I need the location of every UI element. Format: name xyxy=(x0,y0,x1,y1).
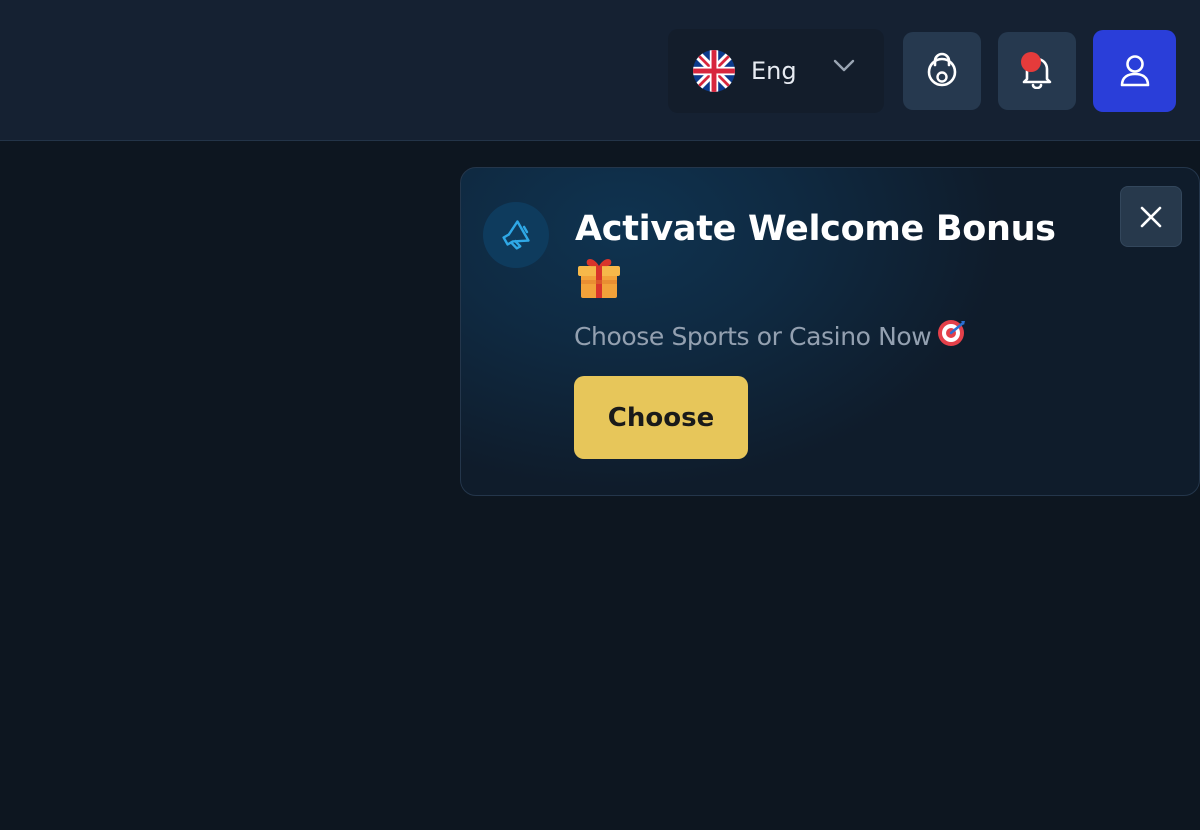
profile-button[interactable] xyxy=(1093,30,1176,112)
close-button[interactable] xyxy=(1120,186,1182,247)
close-icon xyxy=(1140,206,1162,227)
user-icon xyxy=(1120,55,1149,87)
toast-subtitle-text: Choose Sports or Casino Now xyxy=(574,322,932,351)
language-label: Eng xyxy=(751,57,797,85)
top-bar: Eng xyxy=(0,0,1200,141)
choose-button[interactable]: Choose xyxy=(574,376,748,459)
notification-badge xyxy=(1021,52,1041,72)
target-icon xyxy=(938,320,966,346)
settings-button[interactable] xyxy=(903,32,981,110)
notifications-button[interactable] xyxy=(998,32,1076,110)
gear-lock-icon xyxy=(927,52,957,87)
chevron-down-icon[interactable] xyxy=(832,58,856,74)
megaphone-icon-badge xyxy=(483,202,549,268)
welcome-bonus-toast: Activate Welcome Bonus Choose Sports or … xyxy=(460,167,1200,496)
uk-flag-icon xyxy=(693,50,735,92)
toast-title: Activate Welcome Bonus xyxy=(575,209,1056,249)
gift-icon xyxy=(578,259,620,298)
toast-subtitle: Choose Sports or Casino Now xyxy=(574,317,967,354)
megaphone-icon xyxy=(502,220,530,250)
